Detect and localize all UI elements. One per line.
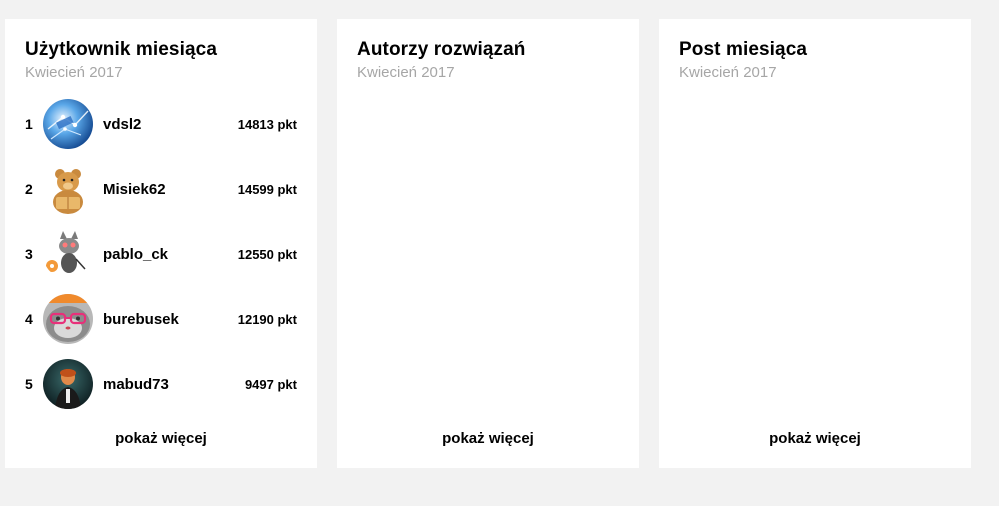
- show-more-link[interactable]: pokaż więcej: [337, 430, 639, 447]
- teddy-bear-avatar-icon[interactable]: [43, 164, 93, 214]
- rank-number: 3: [25, 246, 33, 262]
- card-title: Użytkownik miesiąca: [25, 39, 217, 60]
- dark-figure-avatar-icon[interactable]: [43, 359, 93, 409]
- ranking-row: 1 vdsl2 14813 pkt: [5, 99, 317, 151]
- solution-authors-card: Autorzy rozwiązań Kwiecień 2017 pokaż wi…: [337, 19, 639, 468]
- ranking-row: 2 Misiek62 14599 pkt: [5, 164, 317, 216]
- points-value: 14599 pkt: [237, 182, 297, 197]
- card-title: Post miesiąca: [679, 39, 808, 60]
- username-link[interactable]: burebusek: [103, 311, 179, 328]
- ranking-row: 4 burebusek 12190 pkt: [5, 294, 317, 346]
- points-value: 12550 pkt: [237, 247, 297, 262]
- card-period: Kwiecień 2017: [679, 64, 777, 81]
- post-of-month-card: Post miesiąca Kwiecień 2017 pokaż więcej: [659, 19, 971, 468]
- points-value: 14813 pkt: [237, 117, 297, 132]
- card-period: Kwiecień 2017: [357, 64, 455, 81]
- ranking-row: 3 pablo_ck 12550 pkt: [5, 229, 317, 281]
- card-title: Autorzy rozwiązań: [357, 39, 526, 60]
- cat-glasses-avatar-icon[interactable]: [43, 294, 93, 344]
- rank-number: 2: [25, 181, 33, 197]
- network-globe-avatar-icon[interactable]: [43, 99, 93, 149]
- username-link[interactable]: Misiek62: [103, 181, 166, 198]
- cartoon-cat-avatar-icon[interactable]: [43, 229, 93, 279]
- ranking-row: 5 mabud73 9497 pkt: [5, 359, 317, 411]
- show-more-link[interactable]: pokaż więcej: [659, 430, 971, 447]
- username-link[interactable]: pablo_ck: [103, 246, 168, 263]
- rank-number: 1: [25, 116, 33, 132]
- points-value: 9497 pkt: [244, 377, 297, 392]
- username-link[interactable]: mabud73: [103, 376, 169, 393]
- user-of-month-card: Użytkownik miesiąca Kwiecień 2017 1 vdsl…: [5, 19, 317, 468]
- username-link[interactable]: vdsl2: [103, 116, 141, 133]
- rank-number: 5: [25, 376, 33, 392]
- points-value: 12190 pkt: [237, 312, 297, 327]
- rank-number: 4: [25, 311, 33, 327]
- card-period: Kwiecień 2017: [25, 64, 123, 81]
- show-more-link[interactable]: pokaż więcej: [5, 430, 317, 447]
